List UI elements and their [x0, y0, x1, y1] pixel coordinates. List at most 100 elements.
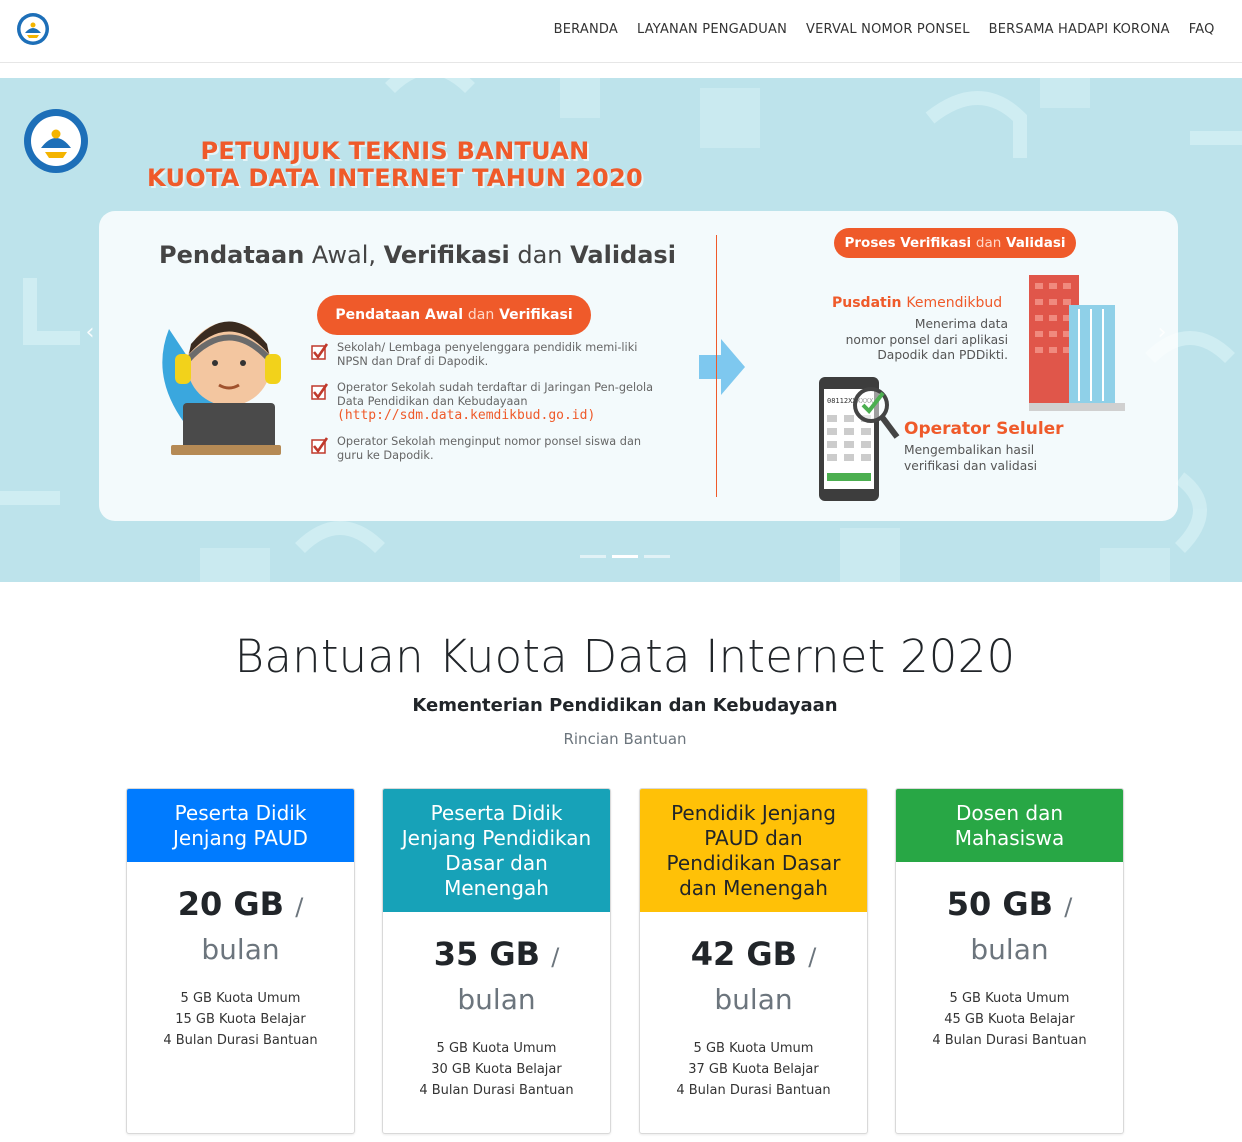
checkbox-checked-icon: [311, 437, 329, 454]
plan-header: Pendidik Jenjang PAUD dan Pendidikan Das…: [640, 789, 867, 912]
plan-amount: 42 GB /: [640, 934, 867, 977]
proses-verifikasi-pill: Proses Verifikasi dan Validasi: [834, 228, 1076, 258]
plan-amount: 35 GB /: [383, 934, 610, 977]
plan-feature: 37 GB Kuota Belajar: [688, 1062, 819, 1077]
plan-unit: bulan: [457, 983, 536, 1016]
plan-feature: 5 GB Kuota Umum: [949, 991, 1070, 1006]
plan-unit: bulan: [201, 933, 280, 966]
plan-card-paud: Peserta Didik Jenjang PAUD 20 GB / bulan…: [126, 788, 355, 1134]
plan-header: Dosen dan Mahasiswa: [896, 789, 1123, 862]
pusdatin-title-a: Pusdatin: [832, 295, 902, 311]
navbar: BERANDA LAYANAN PENGADUAN VERVAL NOMOR P…: [0, 0, 1242, 63]
operator-text-line: verifikasi dan validasi: [904, 458, 1038, 473]
pusdatin-text-line: nomor ponsel dari aplikasi: [845, 332, 1008, 347]
checklist-item-text: Operator Sekolah menginput nomor ponsel …: [337, 435, 642, 462]
checklist: Sekolah/ Lembaga penyelenggara pendidik …: [311, 341, 661, 475]
plan-header-line: Pendidik Jenjang: [671, 801, 836, 825]
plan-amount-value: 42 GB: [690, 935, 798, 973]
carousel-next-button[interactable]: ›: [1152, 322, 1172, 344]
plan-unit: bulan: [970, 933, 1049, 966]
carousel-indicator-1[interactable]: [580, 555, 606, 558]
tut-wuri-handayani-logo-icon[interactable]: [16, 12, 50, 46]
pusdatin-block: Pusdatin Kemendikbud Menerima data nomor…: [832, 295, 1008, 364]
hero-title-line2: KUOTA DATA INTERNET TAHUN 2020: [147, 164, 643, 192]
pill-right-b: dan: [975, 235, 1002, 251]
carousel-indicator-2[interactable]: [612, 555, 638, 558]
checklist-item-text: Operator Sekolah sudah terdaftar di Jari…: [337, 381, 654, 408]
pendataan-awal-pill: Pendataan Awal dan Verifikasi: [317, 295, 591, 335]
section-divider: [716, 235, 717, 497]
plan-feature: 4 Bulan Durasi Bantuan: [163, 1033, 318, 1048]
pusdatin-text-line: Dapodik dan PDDikti.: [877, 348, 1008, 362]
phone-verification-illustration: 08112XXXXXX: [819, 377, 900, 501]
pill-left-a: Pendataan Awal: [335, 307, 463, 323]
pusdatin-title: Pusdatin Kemendikbud: [832, 295, 1008, 311]
carousel-indicators: [580, 555, 670, 558]
plan-card-dasar-menengah: Peserta Didik Jenjang Pendidikan Dasar d…: [382, 788, 611, 1134]
plan-feature: 45 GB Kuota Belajar: [944, 1012, 1075, 1027]
carousel-prev-button[interactable]: ‹: [80, 320, 100, 345]
plan-header-line: Jenjang Pendidikan: [401, 826, 592, 850]
plan-feature: 4 Bulan Durasi Bantuan: [932, 1033, 1087, 1048]
plan-feature: 4 Bulan Durasi Bantuan: [419, 1083, 574, 1098]
jaringan-url: (http://sdm.data.kemdikbud.go.id): [337, 408, 596, 423]
plan-amount-value: 35 GB: [433, 935, 541, 973]
hero-title: PETUNJUK TEKNIS BANTUAN KUOTA DATA INTER…: [120, 138, 670, 192]
page-title: Bantuan Kuota Data Internet 2020: [234, 630, 1016, 683]
page-subtitle: Kementerian Pendidikan dan Kebudayaan: [412, 695, 838, 716]
card-heading: Pendataan Awal, Verifikasi dan Validasi: [159, 241, 676, 269]
checklist-item: Operator Sekolah menginput nomor ponsel …: [311, 435, 661, 463]
checklist-item: Operator Sekolah sudah terdaftar di Jari…: [311, 381, 661, 423]
plan-amount: 50 GB /: [896, 884, 1123, 927]
building-illustration: [1029, 275, 1125, 411]
operator-text: Mengembalikan hasil verifikasi dan valid…: [904, 443, 1064, 474]
plan-header-line: Dosen dan: [955, 801, 1064, 825]
plan-unit: bulan: [714, 983, 793, 1016]
main-nav: BERANDA LAYANAN PENGADUAN VERVAL NOMOR P…: [544, 22, 1224, 37]
call-center-person-illustration: [162, 321, 281, 455]
plan-header-line: Menengah: [444, 876, 549, 900]
plan-header: Peserta Didik Jenjang PAUD: [127, 789, 354, 862]
plan-header: Peserta Didik Jenjang Pendidikan Dasar d…: [383, 789, 610, 912]
checklist-item: Sekolah/ Lembaga penyelenggara pendidik …: [311, 341, 661, 369]
plan-amount-value: 50 GB: [946, 885, 1054, 923]
pill-right-a: Proses Verifikasi: [844, 235, 972, 251]
heading-part2: Awal,: [311, 241, 376, 269]
chevron-left-icon: ‹: [85, 320, 95, 345]
pill-left-b: dan: [467, 307, 495, 323]
checkbox-checked-icon: [311, 343, 329, 360]
section-caption: Rincian Bantuan: [563, 730, 687, 748]
plan-header-line: Pendidikan Dasar: [666, 851, 841, 875]
checkbox-checked-icon: [311, 383, 329, 400]
plan-feature: 15 GB Kuota Belajar: [175, 1012, 306, 1027]
plan-feature: 5 GB Kuota Umum: [693, 1041, 814, 1056]
pill-right-c: Validasi: [1005, 235, 1066, 251]
nav-faq[interactable]: FAQ: [1179, 22, 1224, 37]
kemdikbud-logo-icon: [24, 109, 88, 173]
nav-layanan-pengaduan[interactable]: LAYANAN PENGADUAN: [627, 22, 796, 37]
plan-header-line: Peserta Didik: [430, 801, 563, 825]
operator-text-line: Mengembalikan hasil: [904, 443, 1035, 457]
plan-amount-slash: /: [808, 943, 817, 971]
nav-beranda[interactable]: BERANDA: [544, 22, 627, 37]
plan-card-dosen-mahasiswa: Dosen dan Mahasiswa 50 GB / bulan 5 GB K…: [895, 788, 1124, 1134]
plan-header-line: dan Menengah: [679, 876, 828, 900]
operator-title: Operator Seluler: [904, 419, 1064, 439]
heading-part3: Verifikasi: [383, 241, 510, 269]
plan-header-line: Jenjang PAUD: [173, 826, 308, 850]
heading-part5: Validasi: [570, 241, 676, 269]
plan-header-line: Mahasiswa: [954, 826, 1065, 850]
checklist-item-text: Sekolah/ Lembaga penyelenggara pendidik …: [337, 341, 638, 368]
plan-amount: 20 GB /: [127, 884, 354, 927]
plan-card-pendidik: Pendidik Jenjang PAUD dan Pendidikan Das…: [639, 788, 868, 1134]
pusdatin-text-line: Menerima data: [914, 317, 1008, 331]
plan-feature: 30 GB Kuota Belajar: [431, 1062, 562, 1077]
carousel-indicator-3[interactable]: [644, 555, 670, 558]
pusdatin-title-b: Kemendikbud: [906, 295, 1003, 311]
hero-carousel: PETUNJUK TEKNIS BANTUAN KUOTA DATA INTER…: [0, 78, 1242, 582]
nav-bersama-hadapi-korona[interactable]: BERSAMA HADAPI KORONA: [979, 22, 1179, 37]
plan-feature: 4 Bulan Durasi Bantuan: [676, 1083, 831, 1098]
plan-header-line: Dasar dan: [445, 851, 548, 875]
hero-info-card: Pendataan Awal, Verifikasi dan Validasi …: [99, 211, 1178, 521]
nav-verval-nomor-ponsel[interactable]: VERVAL NOMOR PONSEL: [797, 22, 980, 37]
